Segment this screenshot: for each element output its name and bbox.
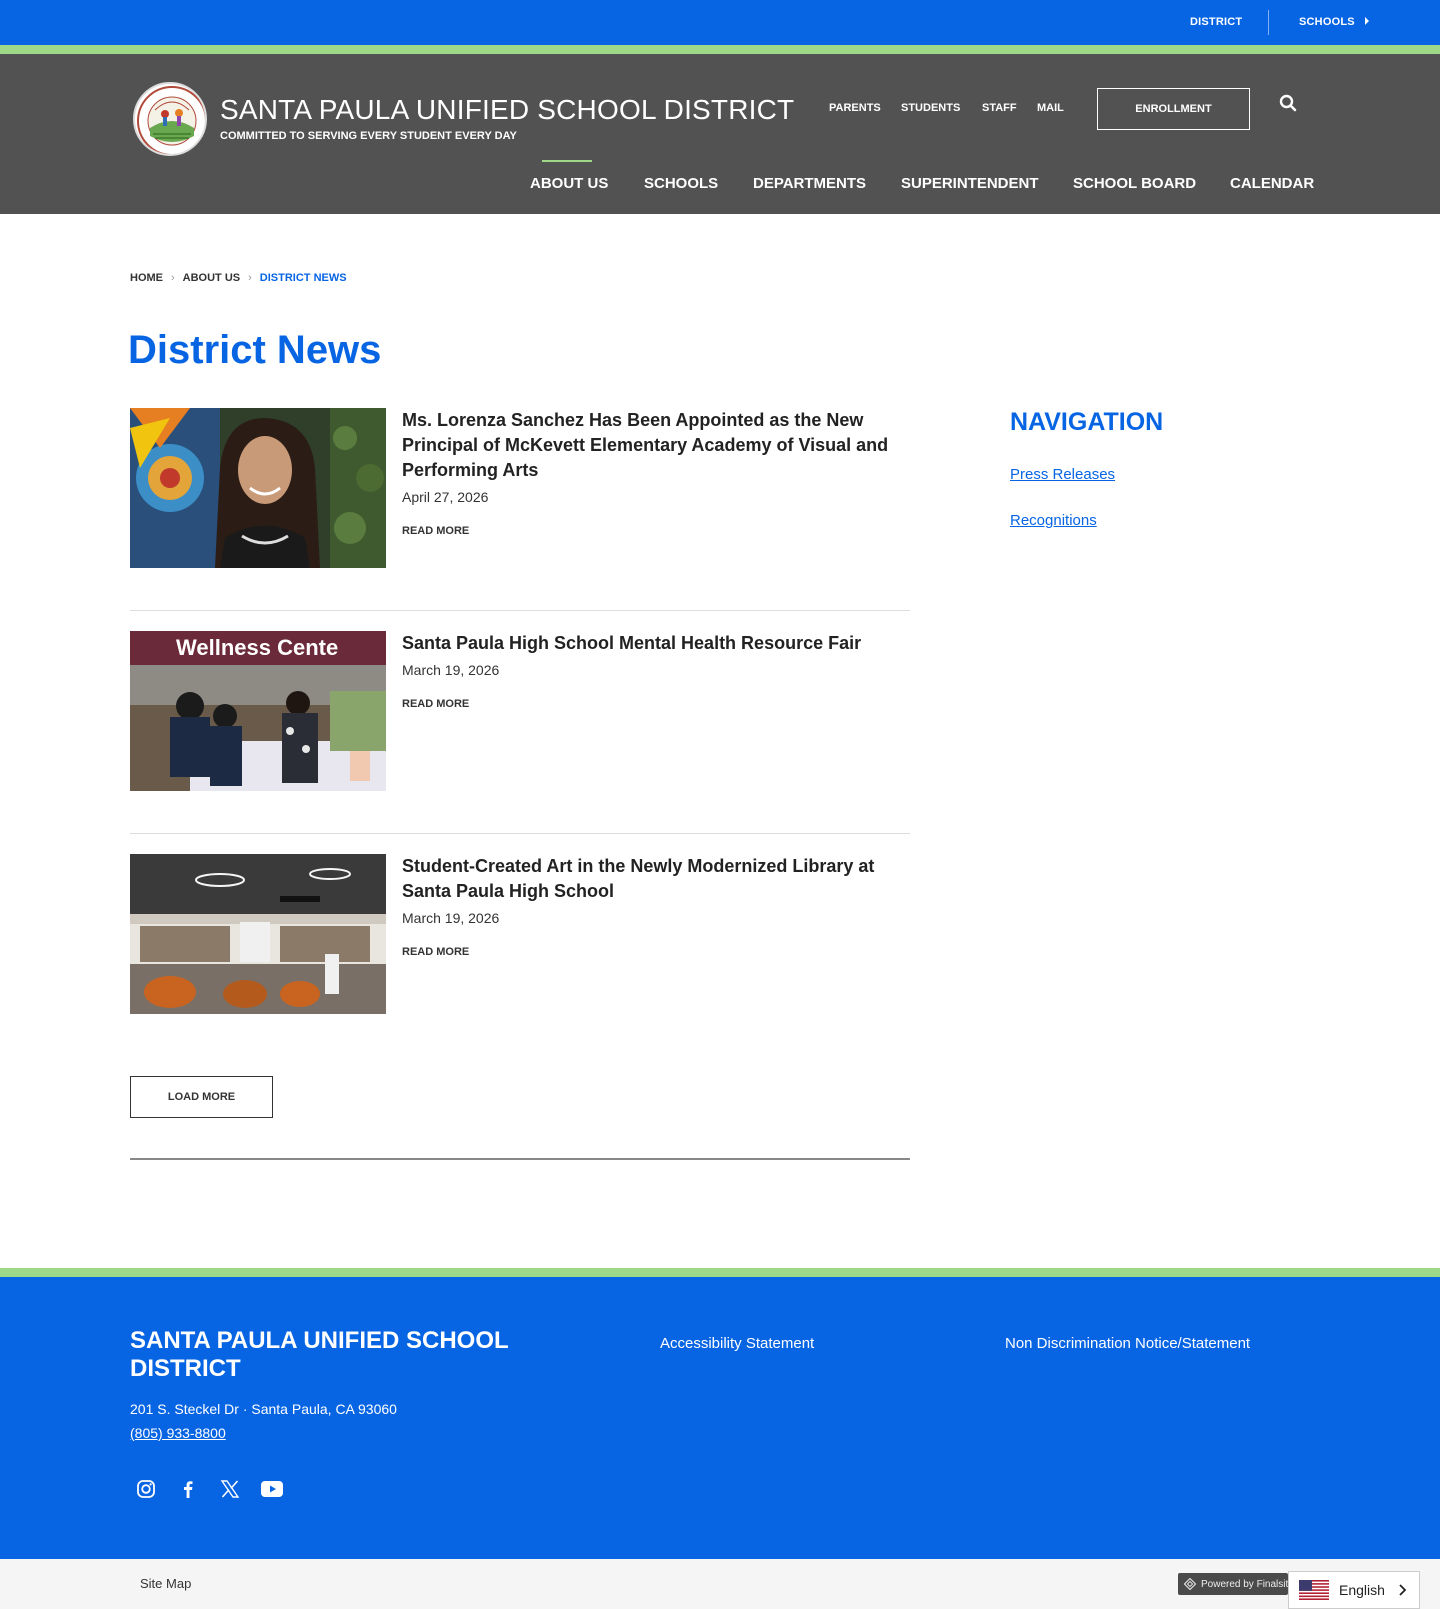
content-divider [130,1158,910,1160]
news-thumbnail[interactable]: Wellness Cente [130,631,386,791]
news-body: Santa Paula High School Mental Health Re… [402,631,912,712]
read-more-link[interactable]: READ MORE [402,946,469,958]
read-more-link[interactable]: READ MORE [402,525,469,537]
news-thumbnail[interactable] [130,408,386,568]
breadcrumb: HOME › ABOUT US › DISTRICT NEWS [130,272,347,284]
accent-strip [0,45,1440,54]
read-more-link[interactable]: READ MORE [402,698,469,710]
search-button[interactable] [1279,94,1301,116]
us-flag-icon [1299,1580,1329,1600]
sidebar-link-recognitions[interactable]: Recognitions [1010,512,1097,529]
language-selector[interactable]: English [1288,1571,1420,1609]
x-twitter-icon[interactable] [218,1477,242,1501]
wellness-banner-text: Wellness Cente [176,635,338,660]
news-item: Ms. Lorenza Sanchez Has Been Appointed a… [130,408,910,568]
sidebar-heading: NAVIGATION [1010,408,1164,436]
footer-accent-strip [0,1268,1440,1277]
footer-link-non-discrimination[interactable]: Non Discrimination Notice/Statement [1005,1335,1250,1352]
powered-by-text: Powered by Finalsite [1201,1578,1288,1590]
nav-school-board[interactable]: SCHOOL BOARD [1073,175,1196,192]
load-more-button[interactable]: LOAD MORE [130,1076,273,1118]
nav-about-us[interactable]: ABOUT US [530,175,608,192]
sidebar-link-press-releases[interactable]: Press Releases [1010,466,1115,483]
news-item: Wellness Cente Santa Paula High School M… [130,631,910,791]
utility-divider [1268,10,1269,35]
finalsite-logo-icon [1184,1578,1196,1590]
schools-label: SCHOOLS [1299,16,1355,28]
powered-by-badge[interactable]: Powered by Finalsite [1178,1573,1288,1595]
footer-link-accessibility[interactable]: Accessibility Statement [660,1335,814,1352]
page-title: District News [128,328,382,372]
bottom-bar: Site Map Powered by Finalsite English [0,1559,1440,1609]
site-tagline: COMMITTED TO SERVING EVERY STUDENT EVERY… [220,130,517,142]
site-footer: SANTA PAULA UNIFIED SCHOOL DISTRICT 201 … [0,1277,1440,1559]
caret-right-icon [1364,17,1369,25]
district-logo[interactable] [133,82,207,156]
schools-dropdown[interactable]: SCHOOLS [1299,16,1369,28]
youtube-icon[interactable] [260,1477,284,1501]
nav-departments[interactable]: DEPARTMENTS [753,175,866,192]
footer-district-name: SANTA PAULA UNIFIED SCHOOL DISTRICT [130,1327,509,1382]
utility-bar: DISTRICT SCHOOLS [0,0,1440,45]
chevron-right-icon: › [248,272,252,284]
chevron-right-icon [1399,1584,1407,1596]
nav-schools[interactable]: SCHOOLS [644,175,718,192]
district-seal-icon [137,86,205,154]
news-date: April 27, 2026 [402,489,489,505]
site-map-link[interactable]: Site Map [140,1576,191,1591]
news-divider [130,610,910,611]
breadcrumb-current: DISTRICT NEWS [259,272,347,284]
news-thumbnail[interactable] [130,854,386,1014]
news-item: Student-Created Art in the Newly Moderni… [130,854,910,1014]
quick-link-students[interactable]: STUDENTS [901,102,960,114]
instagram-icon[interactable] [134,1477,158,1501]
footer-address: 201 S. Steckel Dr · Santa Paula, CA 9306… [130,1401,397,1417]
news-date: March 19, 2026 [402,910,500,926]
nav-superintendent[interactable]: SUPERINTENDENT [901,175,1039,192]
quick-link-mail[interactable]: MAIL [1037,102,1064,114]
news-photo-portrait [130,408,386,568]
news-divider [130,833,910,834]
news-body: Student-Created Art in the Newly Moderni… [402,854,912,960]
chevron-right-icon: › [171,272,175,284]
breadcrumb-home[interactable]: HOME [130,272,163,284]
footer-phone-link[interactable]: (805) 933-8800 [130,1425,226,1441]
site-header: SANTA PAULA UNIFIED SCHOOL DISTRICT COMM… [0,54,1440,214]
nav-calendar[interactable]: CALENDAR [1230,175,1314,192]
enrollment-button[interactable]: ENROLLMENT [1097,88,1250,130]
district-link[interactable]: DISTRICT [1190,16,1242,28]
news-date: March 19, 2026 [402,662,500,678]
news-body: Ms. Lorenza Sanchez Has Been Appointed a… [402,408,912,539]
news-title[interactable]: Student-Created Art in the Newly Moderni… [402,854,912,904]
nav-active-indicator [542,160,592,162]
quick-link-staff[interactable]: STAFF [982,102,1017,114]
search-icon [1279,94,1297,112]
news-photo-library [130,854,386,1014]
breadcrumb-about-us[interactable]: ABOUT US [183,272,240,284]
language-label: English [1339,1582,1385,1598]
site-title[interactable]: SANTA PAULA UNIFIED SCHOOL DISTRICT [220,94,794,126]
news-title[interactable]: Ms. Lorenza Sanchez Has Been Appointed a… [402,408,912,483]
quick-link-parents[interactable]: PARENTS [829,102,881,114]
news-title[interactable]: Santa Paula High School Mental Health Re… [402,631,912,656]
facebook-icon[interactable] [176,1477,200,1501]
news-photo-wellness-fair: Wellness Cente [130,631,386,791]
